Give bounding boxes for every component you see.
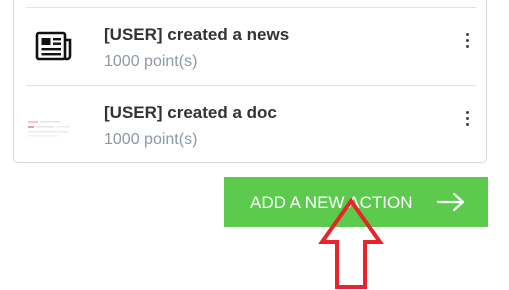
more-options-icon[interactable] [460, 108, 474, 132]
action-title: [USER] created a doc [104, 103, 277, 122]
action-points: 1000 point(s) [104, 131, 198, 148]
action-title: [USER] created a news [104, 25, 290, 44]
add-new-action-label: ADD A NEW ACTION [250, 193, 413, 212]
arrow-right-icon [436, 192, 465, 212]
action-points: 1000 point(s) [104, 53, 198, 70]
actions-card: [USER] created a news 1000 point(s) [USE… [13, 0, 487, 163]
newspaper-icon [35, 31, 72, 61]
action-row-doc[interactable]: [USER] created a doc 1000 point(s) [26, 85, 476, 163]
more-options-icon[interactable] [460, 30, 474, 54]
add-new-action-button[interactable]: ADD A NEW ACTION [224, 177, 488, 227]
action-row-news[interactable]: [USER] created a news 1000 point(s) [26, 7, 476, 85]
document-thumbnail-icon [28, 119, 80, 139]
